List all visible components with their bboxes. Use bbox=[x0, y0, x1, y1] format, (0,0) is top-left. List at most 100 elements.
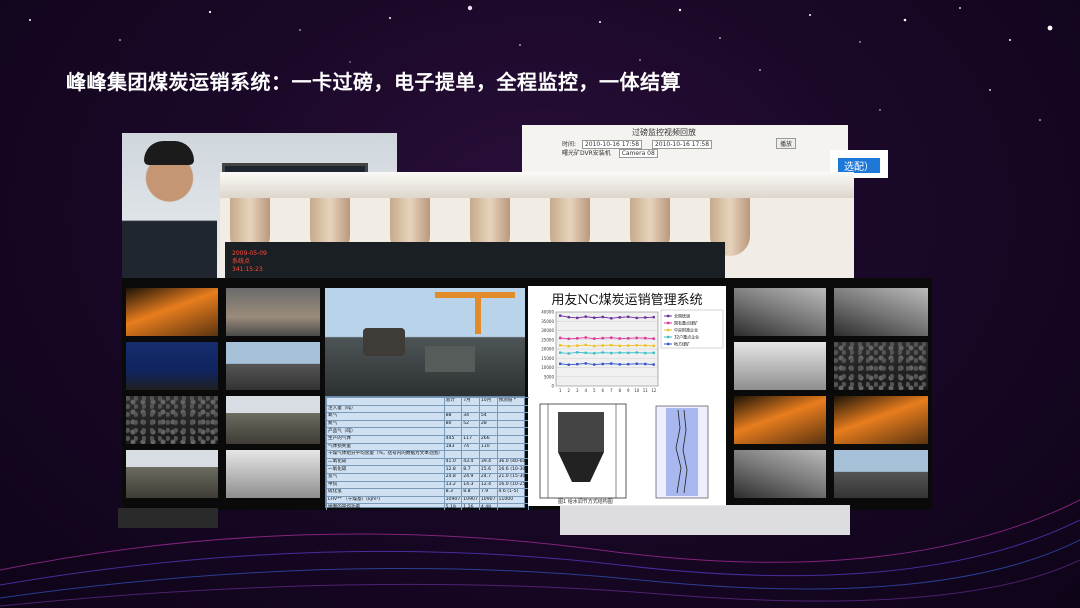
legend-label: 全国统调 bbox=[674, 313, 690, 319]
table-cell bbox=[496, 404, 530, 414]
data-point bbox=[567, 337, 570, 341]
y-tick-label: 5000 bbox=[544, 374, 555, 379]
data-point bbox=[584, 351, 587, 355]
thumb-mine-tunnel bbox=[126, 288, 218, 336]
table-row: 二氧化碳 41.0 43.4 39.4 36.0 (40-60) bbox=[326, 457, 530, 467]
table-cell: 7.9 bbox=[478, 488, 498, 497]
data-point bbox=[644, 362, 647, 366]
y-tick-label: 10000 bbox=[541, 365, 554, 370]
data-point bbox=[635, 336, 638, 340]
data-point bbox=[567, 363, 570, 366]
table-row: 氢气 24.8 24.9 24.7 21.0 (15-30) bbox=[326, 472, 530, 482]
table-row: 地面的平均功率 5.19 1.26 4.48 bbox=[326, 503, 530, 510]
table-cell: 生产的气体 bbox=[326, 434, 445, 444]
table-cell: 13.2 bbox=[443, 480, 463, 490]
harbor-crane-photo bbox=[325, 288, 525, 396]
legend-marker bbox=[667, 328, 670, 332]
table-cell: 12.8 bbox=[443, 465, 463, 474]
x-tick-label: 12 bbox=[651, 388, 657, 393]
table-row: 气体损失量 183 74 110 bbox=[326, 442, 530, 452]
table-cell bbox=[478, 404, 498, 414]
table-cell: 445 bbox=[443, 434, 463, 444]
x-tick-label: 5 bbox=[593, 388, 596, 393]
data-point bbox=[559, 362, 562, 365]
data-point bbox=[576, 316, 579, 320]
dvr-controls: 时间: 2010-10-16 17:58 2010-10-16 17:58 曙光… bbox=[562, 139, 713, 158]
legend-marker bbox=[667, 314, 670, 318]
data-point bbox=[627, 344, 630, 347]
document-edge bbox=[560, 505, 850, 535]
thumb-conveyor-belt bbox=[834, 288, 928, 336]
table-cell: 110 bbox=[478, 442, 498, 452]
data-point bbox=[584, 362, 587, 365]
legend-label: 32户重点企业 bbox=[674, 334, 699, 340]
data-point bbox=[610, 336, 613, 339]
table-cell: 88 bbox=[443, 412, 463, 421]
photo-edge bbox=[118, 508, 218, 528]
x-tick-label: 3 bbox=[576, 388, 579, 393]
data-point bbox=[610, 343, 613, 347]
thumb-miners bbox=[126, 342, 218, 390]
table-cell: 5.19 bbox=[443, 503, 463, 510]
table-row: 氮气 80 52 28 bbox=[326, 419, 530, 429]
y-tick-label: 0 bbox=[551, 384, 554, 389]
table-cell: 地面的平均功率 bbox=[326, 503, 445, 510]
data-point bbox=[601, 336, 604, 340]
table-cell: 16.0 (10-25) bbox=[496, 480, 530, 490]
y-tick-label: 20000 bbox=[541, 347, 554, 352]
data-point bbox=[618, 316, 621, 319]
table-cell: 14.3 bbox=[461, 480, 480, 490]
dvr-caption: 过磅监控视频回放 bbox=[632, 128, 696, 137]
table-cell: 产品气（吨） bbox=[326, 427, 445, 436]
data-point bbox=[635, 316, 638, 320]
table-cell: 氢气 bbox=[326, 472, 445, 482]
table-cell: 16.6 (10-30) bbox=[496, 465, 530, 474]
y-tick-label: 15000 bbox=[541, 356, 554, 361]
table-cell: 117 bbox=[461, 434, 480, 444]
data-point bbox=[610, 317, 613, 320]
table-row: 一氧化碳 12.8 8.7 15.6 16.6 (10-30) bbox=[326, 465, 530, 474]
table-cell: 36.0 (40-60) bbox=[496, 457, 530, 467]
table-cell: 24.8 bbox=[443, 472, 463, 482]
data-point bbox=[644, 344, 647, 347]
legend-label: 地方煤矿 bbox=[674, 341, 690, 347]
table-cell: 气体损失量 bbox=[326, 442, 445, 452]
x-tick-label: 2 bbox=[567, 388, 570, 393]
x-tick-label: 10 bbox=[634, 388, 640, 393]
data-point bbox=[601, 344, 604, 347]
data-point bbox=[627, 351, 630, 355]
x-tick-label: 1 bbox=[559, 388, 562, 393]
table-cell: 8.8 bbox=[461, 488, 480, 497]
data-point bbox=[567, 315, 570, 319]
dvr-time-label: 时间: bbox=[562, 141, 577, 148]
data-point bbox=[618, 344, 621, 348]
data-point bbox=[593, 363, 596, 366]
crane-tower bbox=[475, 292, 481, 334]
table-cell: 39.4 bbox=[478, 457, 498, 467]
crane-grab bbox=[363, 328, 405, 356]
table-cell: 10907 bbox=[478, 495, 498, 505]
data-point bbox=[576, 351, 579, 354]
nc-chart: 用友NC煤炭运销管理系统 0 5000 10000 15000 20000 25000 30… bbox=[528, 286, 726, 398]
data-point bbox=[644, 336, 647, 340]
table-cell: 8.3 bbox=[443, 488, 463, 497]
data-point bbox=[652, 337, 655, 340]
table-cell: 21.0 (15-30) bbox=[496, 472, 530, 482]
data-point bbox=[644, 351, 647, 355]
data-point bbox=[567, 352, 570, 355]
data-point bbox=[559, 344, 562, 347]
table-cell: 总计 bbox=[443, 397, 463, 406]
table-cell: 一氧化碳 bbox=[326, 465, 445, 474]
table-row: 产品气（吨） bbox=[326, 427, 530, 436]
table-cell: 52 bbox=[461, 419, 480, 429]
table-cell bbox=[461, 427, 480, 436]
data-point bbox=[635, 351, 638, 354]
y-tick-label: 35000 bbox=[541, 319, 554, 324]
table-cell: 41.0 bbox=[443, 457, 463, 467]
x-tick-label: 9 bbox=[627, 388, 630, 393]
data-point bbox=[635, 362, 638, 365]
table-cell bbox=[496, 434, 530, 444]
table-cell: 54 bbox=[478, 412, 498, 421]
line-chart: 0 5000 10000 15000 20000 25000 30000 35000 40000… bbox=[541, 310, 724, 393]
table-cell bbox=[461, 404, 480, 414]
